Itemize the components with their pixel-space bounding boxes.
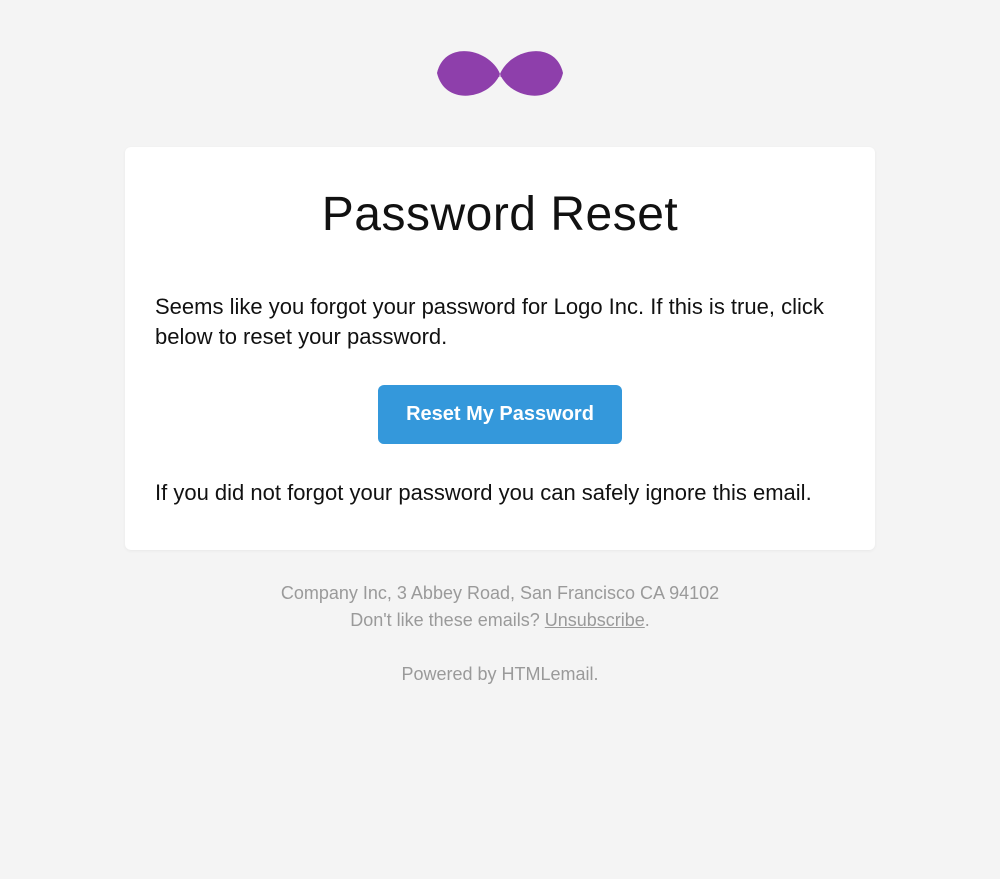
email-card: Password Reset Seems like you forgot you… (125, 147, 875, 550)
footer-powered-by: Powered by HTMLemail. (125, 664, 875, 685)
page-title: Password Reset (155, 187, 845, 242)
unsubscribe-link[interactable]: Unsubscribe (545, 610, 645, 630)
ignore-text: If you did not forgot your password you … (155, 478, 845, 508)
footer: Company Inc, 3 Abbey Road, San Francisco… (125, 580, 875, 634)
email-container: Password Reset Seems like you forgot you… (125, 44, 875, 685)
logo-wrap (125, 44, 875, 107)
footer-address: Company Inc, 3 Abbey Road, San Francisco… (125, 580, 875, 607)
footer-unsubscribe-line: Don't like these emails? Unsubscribe. (125, 607, 875, 634)
unsubscribe-suffix: . (645, 610, 650, 630)
reset-password-button[interactable]: Reset My Password (378, 385, 622, 444)
intro-text: Seems like you forgot your password for … (155, 292, 845, 351)
unsubscribe-prefix: Don't like these emails? (350, 610, 545, 630)
bowtie-icon (435, 44, 565, 107)
button-wrap: Reset My Password (155, 385, 845, 444)
